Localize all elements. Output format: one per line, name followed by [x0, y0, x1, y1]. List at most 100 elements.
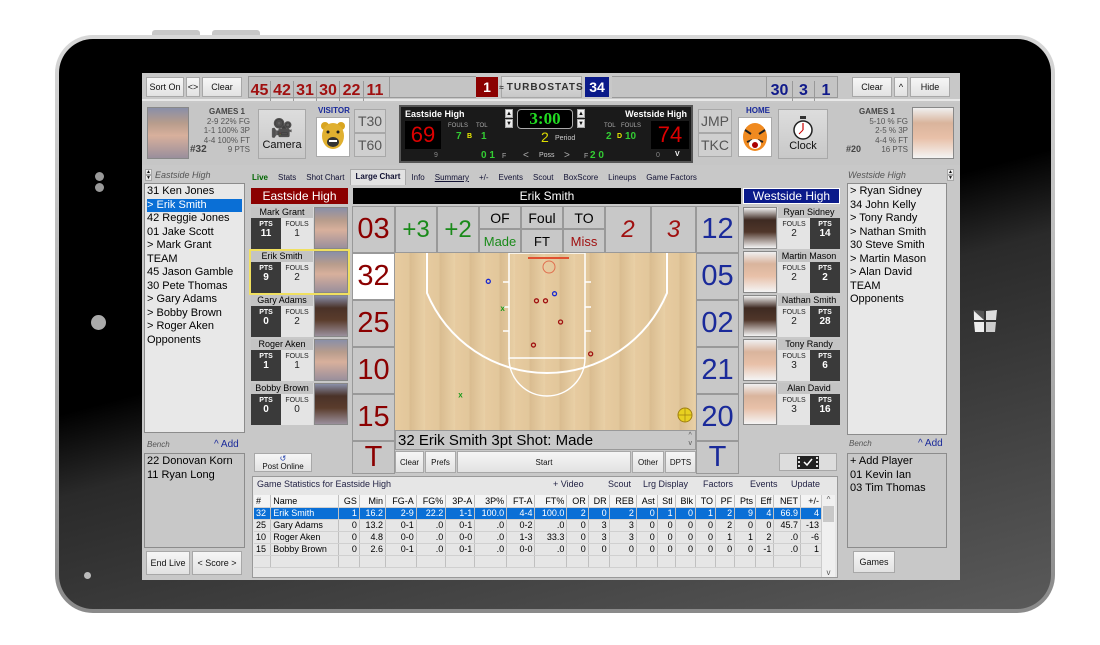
scroll-up-icon[interactable]: ^: [822, 495, 835, 504]
clock-down-left-button[interactable]: ▼: [505, 119, 513, 128]
player-number-button[interactable]: 10: [352, 347, 395, 394]
stats-row[interactable]: 25 Gary Adams 0 13.2 0-1.0 0-1.0 0-2.0 0 3 3 0 0 0 0 2…: [254, 519, 822, 532]
visitor-number[interactable]: 30: [317, 81, 340, 101]
roster-item[interactable]: 03 Tim Thomas: [850, 482, 944, 496]
post-online-button[interactable]: ↺ Post Online: [254, 453, 312, 472]
home-score[interactable]: 74: [651, 121, 689, 149]
clear-right-button[interactable]: Clear: [852, 77, 892, 97]
roster-item[interactable]: > Ryan Sidney: [850, 185, 944, 199]
stats-link-video[interactable]: + Video: [553, 479, 584, 489]
column-header[interactable]: 3P%: [474, 495, 508, 508]
column-header[interactable]: Eff: [755, 495, 775, 508]
player-card[interactable]: Alan David FOULS 3 PTS 16: [743, 383, 840, 425]
tab-game-factors[interactable]: Game Factors: [641, 171, 702, 185]
roster-item[interactable]: > Roger Aken: [147, 320, 242, 334]
clear-left-button[interactable]: Clear: [202, 77, 242, 97]
home-team-logo[interactable]: [738, 117, 772, 157]
prefs-button[interactable]: Prefs: [425, 451, 456, 473]
visitor-number[interactable]: 45: [249, 81, 271, 101]
score-button[interactable]: < Score >: [192, 551, 242, 575]
roster-item[interactable]: Opponents: [850, 293, 944, 307]
stats-link-events[interactable]: Events: [750, 479, 778, 489]
player-number-button[interactable]: 32: [352, 253, 395, 300]
foul-button[interactable]: Foul: [521, 206, 563, 229]
roster-item[interactable]: 22 Donovan Korn: [147, 455, 242, 469]
right-roster-list[interactable]: > Ryan Sidney 34 John Kelly > Tony Randy > …: [847, 183, 947, 435]
free-throw-button[interactable]: FT: [521, 229, 563, 253]
player-card[interactable]: Nathan Smith FOULS 2 PTS 28: [743, 295, 840, 337]
tab--[interactable]: +/-: [474, 171, 494, 185]
roster-item[interactable]: > Gary Adams: [147, 293, 242, 307]
roster-item[interactable]: > Nathan Smith: [850, 226, 944, 240]
column-header[interactable]: +/-: [800, 495, 822, 508]
roster-down-button[interactable]: ▼: [145, 175, 152, 181]
possession-right-arrow[interactable]: >: [564, 150, 570, 161]
games-button[interactable]: Games: [853, 551, 895, 573]
shot-marker-x[interactable]: x: [500, 304, 505, 313]
column-header[interactable]: REB: [609, 495, 637, 508]
column-header[interactable]: PF: [715, 495, 736, 508]
roster-item[interactable]: > Martin Mason: [850, 253, 944, 267]
roster-item[interactable]: > Alan David: [850, 266, 944, 280]
clock-up-left-button[interactable]: ▲: [505, 109, 513, 118]
stats-row[interactable]: 10 Roger Aken 0 4.8 0-0.0 0-0.0 1-3 33.3 0 3 3 0 0 0 0…: [254, 531, 822, 544]
turbostats-logo[interactable]: ≈ TURBOSTATS: [499, 76, 583, 98]
roster-item[interactable]: 31 Ken Jones: [147, 185, 242, 199]
column-header[interactable]: 3P-A: [445, 495, 476, 508]
column-header[interactable]: DR: [588, 495, 610, 508]
player-number-button[interactable]: 25: [352, 300, 395, 347]
column-header[interactable]: OR: [566, 495, 589, 508]
swap-arrows-button[interactable]: <>: [186, 77, 200, 97]
end-live-button[interactable]: End Live: [146, 551, 190, 575]
player-card[interactable]: Mark Grant PTS 11 FOULS 1: [251, 207, 348, 249]
visitor-jersey-badge[interactable]: 1: [476, 77, 498, 97]
column-header[interactable]: GS: [338, 495, 360, 508]
column-header[interactable]: Name: [270, 495, 340, 508]
plus3-button[interactable]: +3: [395, 206, 437, 253]
column-header[interactable]: Ast: [636, 495, 658, 508]
made-button[interactable]: Made: [479, 229, 521, 253]
left-roster-list[interactable]: 31 Ken Jones > Erik Smith 42 Reggie Jones 0…: [144, 183, 245, 433]
shot-marker-miss[interactable]: [587, 351, 594, 357]
shot-chart-court[interactable]: xx: [395, 253, 696, 430]
dpts-button[interactable]: DPTS: [665, 451, 696, 473]
offensive-foul-button[interactable]: OF: [479, 206, 521, 229]
roster-item[interactable]: > Erik Smith: [147, 198, 242, 212]
clock-down-right-button[interactable]: ▼: [577, 119, 585, 128]
tab-live[interactable]: Live: [247, 171, 273, 185]
sort-on-button[interactable]: Sort On: [146, 77, 184, 97]
tab-info[interactable]: Info: [406, 171, 429, 185]
film-check-button[interactable]: [779, 453, 837, 471]
column-header[interactable]: TO: [695, 495, 717, 508]
roster-item[interactable]: > Bobby Brown: [147, 307, 242, 321]
three-point-miss-button[interactable]: 3: [651, 206, 696, 253]
visitor-score[interactable]: 69: [405, 121, 441, 149]
tab-summary[interactable]: Summary: [430, 171, 474, 185]
column-header[interactable]: FT-A: [506, 495, 536, 508]
shot-marker-miss[interactable]: [533, 298, 540, 304]
plus2-button[interactable]: +2: [437, 206, 479, 253]
roster-item[interactable]: + Add Player: [850, 455, 944, 469]
add-bench-link[interactable]: ^ Add: [214, 439, 239, 450]
hide-button[interactable]: Hide: [910, 77, 950, 97]
tab-large-chart[interactable]: Large Chart: [349, 169, 407, 185]
player-card[interactable]: Tony Randy FOULS 3 PTS 6: [743, 339, 840, 381]
column-header[interactable]: Pts: [734, 495, 757, 508]
stats-scrollbar[interactable]: ^ v: [821, 495, 835, 577]
tab-shot-chart[interactable]: Shot Chart: [301, 171, 349, 185]
game-clock[interactable]: 3:00: [517, 109, 573, 129]
tab-events[interactable]: Events: [494, 171, 528, 185]
roster-item[interactable]: 30 Steve Smith: [850, 239, 944, 253]
caret-up-button[interactable]: ^: [894, 77, 908, 97]
timeout-30-button[interactable]: T30: [354, 109, 386, 133]
roster-item[interactable]: TEAM: [147, 253, 242, 267]
jump-ball-button[interactable]: JMP: [698, 109, 732, 133]
column-header[interactable]: NET: [773, 495, 801, 508]
shot-marker-miss[interactable]: [542, 298, 549, 304]
player-card[interactable]: Erik Smith PTS 9 FOULS 2: [249, 249, 350, 295]
visitor-number[interactable]: 31: [294, 81, 317, 101]
column-header[interactable]: Blk: [675, 495, 696, 508]
column-header[interactable]: FG-A: [385, 495, 417, 508]
stats-link-factors[interactable]: Factors: [703, 479, 733, 489]
home-number[interactable]: 1: [815, 81, 837, 101]
